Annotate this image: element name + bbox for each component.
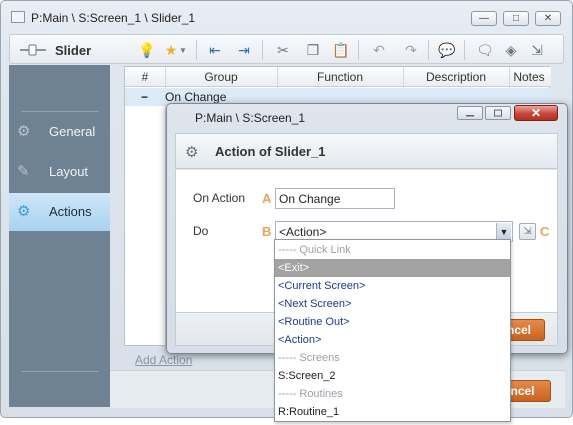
column-header-num[interactable]: # [125, 70, 165, 84]
general-icon: ⚙ [17, 123, 31, 140]
add-action-link[interactable]: Add Action [135, 353, 192, 367]
sidebar-item-general[interactable]: ⚙ General [9, 113, 110, 151]
row-group: On Change [165, 90, 227, 104]
dropdown-option-current-screen[interactable]: <Current Screen> [275, 277, 510, 295]
dropdown-header-quick-link: ----- Quick Link [278, 244, 351, 256]
dropdown-option-screen-2[interactable]: S:Screen_2 [275, 367, 510, 385]
maximize-icon [494, 109, 502, 117]
sidebar: ⚙ General ✎ Layout ⚙ Actions [9, 65, 110, 407]
column-header-description[interactable]: Description [403, 70, 509, 84]
slider-icon [20, 41, 46, 59]
dialog-close-button[interactable]: ✕ [514, 105, 558, 121]
dropdown-header-screens: ----- Screens [278, 352, 340, 364]
dropdown-option-exit[interactable]: <Exit> [275, 259, 510, 277]
cut-icon[interactable]: ✂ [274, 41, 292, 59]
maximize-icon: □ [512, 13, 520, 24]
dropdown-option-routine-out[interactable]: <Routine Out> [275, 313, 510, 331]
sidebar-divider [21, 111, 99, 112]
marker-c: C [540, 224, 550, 239]
note-icon[interactable]: 🗨 [476, 41, 494, 59]
minimize-icon [466, 115, 474, 117]
minimize-icon: — [479, 13, 489, 24]
app-icon [11, 11, 25, 23]
outdent-icon[interactable]: ⇤ [206, 41, 224, 59]
gears-icon: ⚙ [185, 144, 199, 161]
paste-icon[interactable]: 📋 [332, 41, 350, 59]
toolbar-divider [262, 40, 263, 60]
minimize-button[interactable]: — [471, 11, 497, 26]
on-action-label: On Action [193, 191, 246, 205]
dialog-header: ⚙ Action of Slider_1 [175, 133, 558, 169]
marker-b: B [262, 224, 272, 239]
comment-icon[interactable]: 💬 [438, 41, 456, 59]
copy-icon[interactable]: ❐ [304, 41, 322, 59]
layout-icon: ✎ [17, 163, 30, 180]
close-icon: ✕ [543, 13, 553, 24]
outer-cancel-label: ncel [510, 384, 535, 398]
sidebar-item-layout[interactable]: ✎ Layout [9, 153, 110, 191]
grid-header: # Group Function Description Notes [125, 67, 551, 87]
close-button[interactable]: ✕ [535, 11, 561, 26]
dialog-header-title: Action of Slider_1 [215, 144, 326, 159]
sidebar-item-actions[interactable]: ⚙ Actions [9, 193, 110, 231]
column-header-function[interactable]: Function [277, 70, 403, 84]
dropdown-option-next-screen[interactable]: <Next Screen> [275, 295, 510, 313]
dropdown-option-action[interactable]: <Action> [275, 331, 510, 349]
indent-icon[interactable]: ⇥ [235, 41, 253, 59]
dialog-title: P:Main \ S:Screen_1 [195, 111, 306, 125]
toolbar-divider [358, 40, 359, 60]
tag-icon[interactable]: ◈ [502, 41, 520, 59]
toolbar-divider [196, 40, 197, 60]
do-dropdown-list: ----- Quick Link <Exit> <Current Screen>… [274, 239, 511, 422]
close-icon: ✕ [530, 106, 542, 120]
toolbar-divider [464, 40, 465, 60]
redo-icon[interactable]: ↷ [402, 41, 420, 59]
toolbar-title: Slider [55, 43, 92, 58]
maximize-button[interactable]: □ [503, 11, 529, 26]
sidebar-item-label: General [49, 124, 96, 139]
dialog-maximize-button[interactable] [485, 106, 511, 120]
collapse-toggle[interactable]: − [141, 90, 148, 104]
lightbulb-icon[interactable]: 💡 [138, 41, 156, 59]
edit-action-button[interactable]: ⇲ [519, 223, 536, 240]
sidebar-divider [21, 371, 99, 372]
column-header-notes[interactable]: Notes [509, 70, 549, 84]
do-select-value: <Action> [279, 225, 327, 239]
undo-icon[interactable]: ↶ [370, 41, 388, 59]
marker-a: A [262, 191, 272, 206]
toolbar-divider [428, 40, 429, 60]
expand-icon[interactable]: ⇲ [528, 41, 546, 59]
chevron-down-icon[interactable]: ▼ [496, 223, 511, 240]
toolbar: Slider 💡 ★ ▼ ⇤ ⇥ ✂ ❐ 📋 ↶ ↷ 💬 🗨 ◈ ⇲ [9, 34, 564, 64]
actions-icon: ⚙ [17, 203, 31, 220]
do-label: Do [193, 224, 209, 238]
chevron-down-icon[interactable]: ▼ [178, 41, 188, 59]
sidebar-item-label: Actions [49, 204, 92, 219]
on-action-field[interactable]: On Change [275, 188, 395, 209]
expand-icon: ⇲ [523, 226, 532, 237]
dialog-minimize-button[interactable] [457, 106, 483, 120]
dropdown-option-routine-1[interactable]: R:Routine_1 [275, 403, 510, 421]
window-title: P:Main \ S:Screen_1 \ Slider_1 [31, 11, 196, 25]
sidebar-item-label: Layout [49, 164, 89, 179]
column-header-group[interactable]: Group [165, 70, 277, 84]
dropdown-header-routines: ----- Routines [278, 388, 343, 400]
